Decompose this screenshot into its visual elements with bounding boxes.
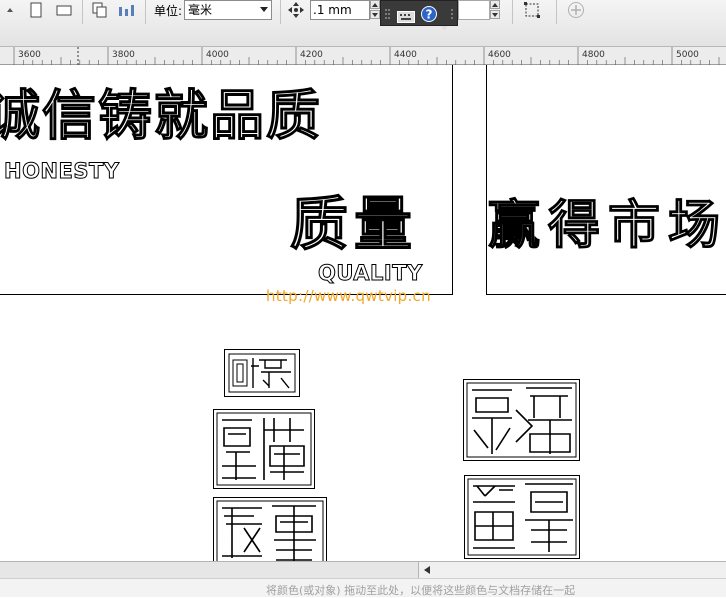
keyboard-icon — [397, 11, 415, 23]
chevron-down-icon — [441, 26, 448, 30]
spin-up-button[interactable] — [490, 0, 500, 9]
partial-field[interactable] — [458, 0, 490, 20]
svg-text:?: ? — [426, 8, 433, 22]
spin-down-button[interactable] — [370, 10, 380, 19]
ruler-label: 3600 — [18, 50, 41, 60]
add-circle-icon — [568, 2, 584, 18]
quality-text[interactable]: QUALITY — [318, 261, 423, 286]
separator — [145, 0, 146, 24]
property-bar: 单位: 毫米 .1 mm ? — [0, 0, 726, 47]
seal-stamp-small[interactable] — [224, 349, 300, 397]
nudge-icon-button — [286, 0, 306, 20]
nudge-distance-field[interactable]: .1 mm — [310, 0, 370, 20]
landscape-icon — [56, 5, 72, 16]
separator — [512, 0, 513, 24]
portrait-button[interactable] — [26, 0, 46, 20]
separator — [280, 0, 281, 24]
spin-down-icon — [372, 12, 378, 17]
chevron-down-icon — [257, 1, 271, 19]
seal-stamp-right-top[interactable] — [463, 379, 580, 461]
toolbar-options-button[interactable] — [441, 17, 449, 30]
seal-stamp-large[interactable] — [213, 497, 327, 561]
color-drop-hint: 将颜色(或对象) 拖动至此处，以便将这些颜色与文档存储在一起 — [266, 584, 576, 597]
units-label: 单位: — [154, 4, 183, 18]
drawing-canvas[interactable]: 诚信铸就品质 HONESTY 质量 QUALITY 赢得市场 http://ww… — [0, 65, 726, 561]
ruler-label: 4400 — [394, 50, 417, 60]
current-page-button[interactable] — [117, 0, 137, 20]
ruler-label: 3800 — [112, 50, 135, 60]
spin-down-icon — [492, 12, 498, 17]
horizontal-ruler: 3600 3800 4000 4200 4400 4600 4800 5000 — [0, 47, 726, 65]
ruler-ticks — [13, 47, 720, 65]
arrow-left-icon — [424, 566, 430, 574]
ruler-label: 5000 — [676, 50, 699, 60]
floating-toolbar: ? — [380, 0, 458, 30]
pages-icon — [92, 2, 107, 18]
spin-up-icon — [372, 2, 378, 7]
units-dropdown[interactable]: 毫米 — [184, 0, 272, 20]
page-frame-right[interactable] — [486, 65, 726, 295]
page-layout-icon — [119, 5, 134, 16]
spin-up-icon — [492, 2, 498, 7]
landscape-button[interactable] — [54, 0, 74, 20]
help-button[interactable]: ? — [421, 6, 437, 22]
separator — [82, 0, 83, 24]
units-value: 毫米 — [188, 3, 213, 17]
ruler-label: 4000 — [206, 50, 229, 60]
slogan-line-market[interactable]: 赢得市场 — [487, 183, 726, 258]
page-tabs-area — [0, 562, 419, 578]
ruler-label: 4600 — [488, 50, 511, 60]
all-pages-button[interactable] — [90, 0, 110, 20]
horizontal-scrollbar[interactable] — [0, 561, 726, 578]
honesty-text[interactable]: HONESTY — [4, 159, 120, 184]
scroll-up-button[interactable] — [0, 0, 20, 20]
color-docker-strip[interactable]: 将颜色(或对象) 拖动至此处，以便将这些颜色与文档存储在一起 — [0, 578, 726, 597]
slogan-line-quality[interactable]: 质量 — [289, 177, 418, 261]
slogan-line-honesty[interactable]: 诚信铸就品质 — [0, 71, 322, 150]
ruler-label: 4200 — [300, 50, 323, 60]
bounding-box-icon — [524, 2, 540, 18]
ruler-label: 4800 — [582, 50, 605, 60]
seal-stamp-right-bottom[interactable] — [464, 475, 580, 559]
spin-down-button[interactable] — [490, 10, 500, 19]
scroll-left-button[interactable] — [420, 562, 434, 578]
watermark-url: http://www.qwtvip.cn — [266, 287, 431, 305]
portrait-icon — [30, 2, 42, 18]
separator — [556, 0, 557, 24]
spin-up-button[interactable] — [370, 0, 380, 9]
select-bounding-button[interactable] — [522, 0, 542, 20]
move-arrows-icon — [288, 2, 304, 18]
seal-stamp-medium[interactable] — [213, 409, 315, 489]
spin-up-icon — [7, 8, 13, 12]
add-button[interactable] — [566, 0, 586, 20]
keyboard-button[interactable] — [397, 8, 415, 23]
help-icon: ? — [421, 6, 437, 22]
